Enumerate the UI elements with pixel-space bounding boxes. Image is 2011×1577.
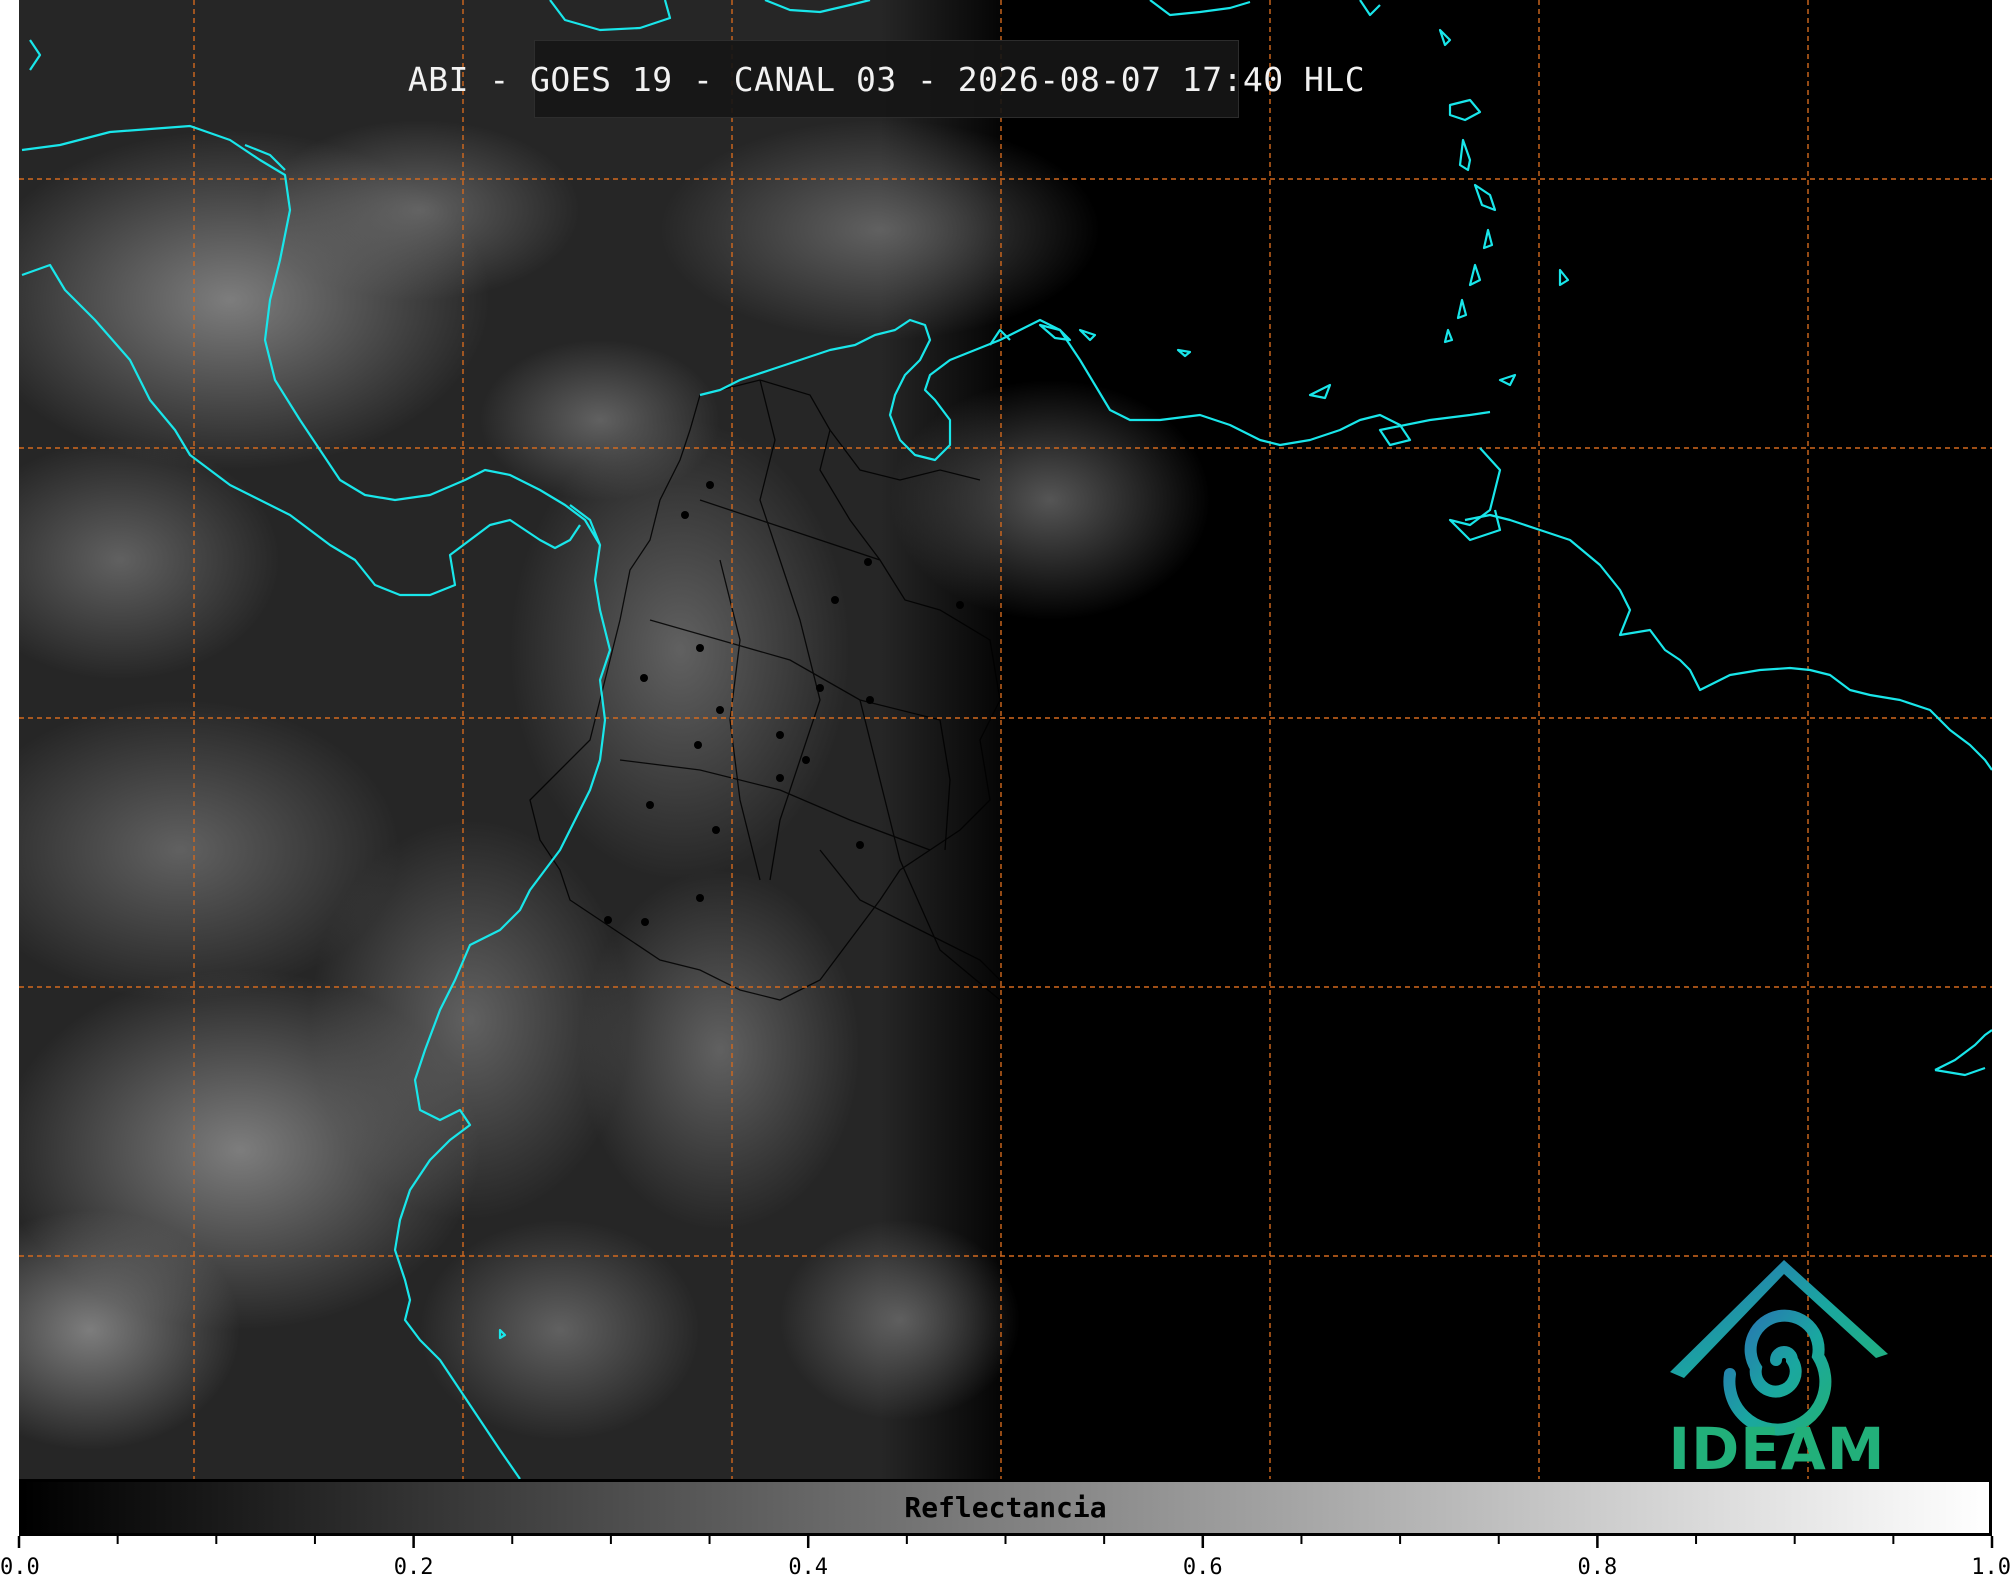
map-title: ABI - GOES 19 - CANAL 03 - 2026-08-07 17… — [407, 59, 1366, 99]
colorbar-tick-label: 0.4 — [788, 1555, 828, 1577]
colorbar-tick-label: 0.8 — [1578, 1555, 1618, 1577]
colorbar-label: Reflectancia — [904, 1491, 1107, 1524]
map-title-box: ABI - GOES 19 - CANAL 03 - 2026-08-07 17… — [408, 40, 1365, 118]
logo-spiral — [1723, 1309, 1832, 1436]
colorbar-ticks: 0.0 0.2 0.4 0.6 0.8 1.0 — [0, 1536, 2011, 1577]
colorbar-tick-label: 0.6 — [1183, 1555, 1223, 1577]
ideam-logo-text: IDEAM — [1668, 1415, 1886, 1483]
colorbar-tick-label: 0.2 — [394, 1555, 434, 1577]
colorbar-tick-label: 1.0 — [1971, 1555, 2011, 1577]
colorbar-tick-label: 0.0 — [0, 1555, 40, 1577]
